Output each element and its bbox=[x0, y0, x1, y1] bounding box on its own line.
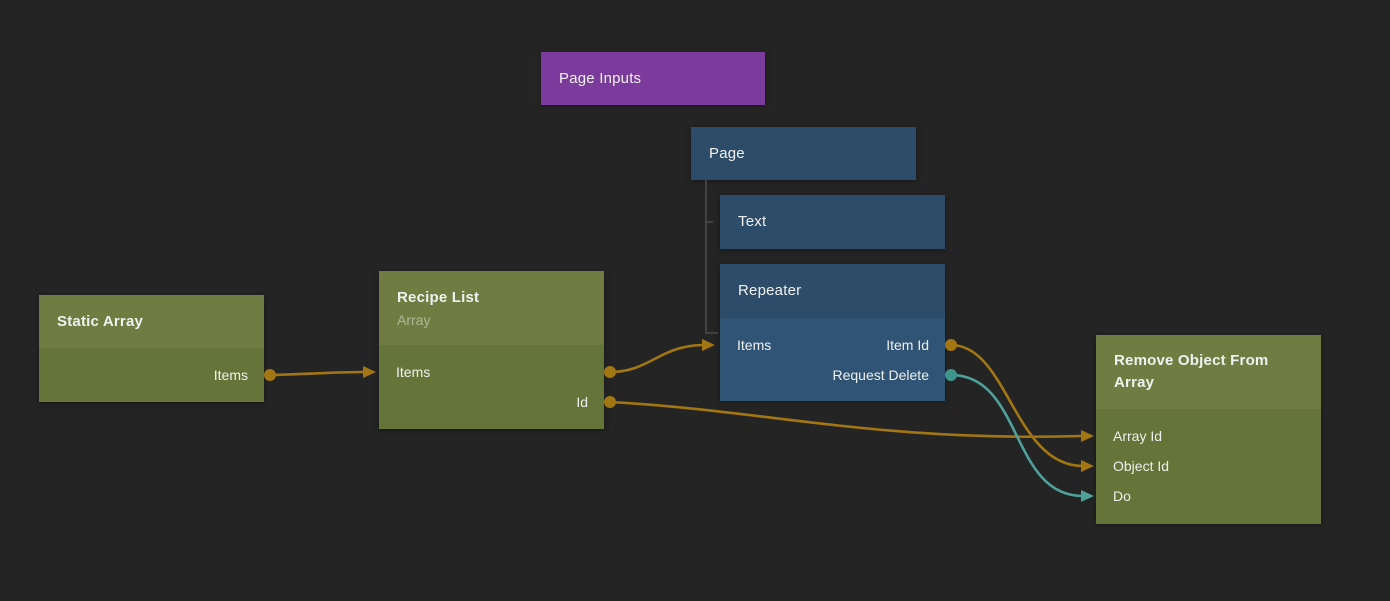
port-items-output[interactable]: Items bbox=[214, 367, 248, 383]
node-graph-canvas[interactable]: Page Inputs Page Text Repeater Items Ite… bbox=[0, 0, 1390, 601]
port-array-id-input[interactable]: Array Id bbox=[1113, 428, 1162, 444]
node-title: Page Inputs bbox=[559, 68, 765, 90]
node-header: Repeater bbox=[720, 264, 945, 318]
node-title: Text bbox=[738, 211, 945, 233]
node-title: Remove Object From Array bbox=[1114, 350, 1283, 394]
node-header: Page Inputs bbox=[541, 52, 765, 105]
node-header: Page bbox=[691, 127, 916, 180]
node-title: Page bbox=[709, 143, 916, 165]
node-ports: Items Item Id Request Delete bbox=[720, 318, 945, 401]
node-remove-object-from-array[interactable]: Remove Object From Array Array Id Object… bbox=[1096, 335, 1321, 524]
node-ports: Items bbox=[39, 348, 264, 402]
node-ports: Array Id Object Id Do bbox=[1096, 409, 1321, 524]
node-header: Remove Object From Array bbox=[1096, 335, 1321, 409]
port-item-id-output[interactable]: Item Id bbox=[886, 337, 929, 353]
port-row: Items Item Id bbox=[720, 330, 945, 360]
port-object-id-input[interactable]: Object Id bbox=[1113, 458, 1169, 474]
node-recipe-list[interactable]: Recipe List Array Items Id bbox=[379, 271, 604, 429]
port-items-input[interactable]: Items bbox=[737, 337, 771, 353]
port-row: Items bbox=[39, 360, 264, 390]
node-title: Recipe List bbox=[397, 287, 604, 309]
node-ports: Items Id bbox=[379, 345, 604, 429]
hierarchy-tree-line bbox=[706, 180, 718, 333]
node-header: Static Array bbox=[39, 295, 264, 348]
port-row: Items bbox=[379, 357, 604, 387]
port-do-input[interactable]: Do bbox=[1113, 488, 1131, 504]
wire-repeater-itemid-to-remove-objectid[interactable] bbox=[951, 345, 1083, 466]
wire-recipelist-items-to-repeater-items[interactable] bbox=[610, 345, 704, 372]
port-request-delete-output[interactable]: Request Delete bbox=[832, 367, 929, 383]
port-row: Id bbox=[379, 387, 604, 417]
port-row: Object Id bbox=[1096, 451, 1321, 481]
port-id-output[interactable]: Id bbox=[576, 394, 588, 410]
node-static-array[interactable]: Static Array Items bbox=[39, 295, 264, 402]
node-subtitle: Array bbox=[397, 310, 604, 330]
node-repeater[interactable]: Repeater Items Item Id Request Delete bbox=[720, 264, 945, 401]
node-header: Recipe List Array bbox=[379, 271, 604, 345]
wire-staticarray-items-to-recipelist-items[interactable] bbox=[270, 372, 365, 375]
node-page-inputs[interactable]: Page Inputs bbox=[541, 52, 765, 105]
port-row: Do bbox=[1096, 481, 1321, 511]
node-page[interactable]: Page bbox=[691, 127, 916, 180]
port-items-input[interactable]: Items bbox=[396, 364, 430, 380]
port-row: Array Id bbox=[1096, 421, 1321, 451]
node-text[interactable]: Text bbox=[720, 195, 945, 249]
node-title: Repeater bbox=[738, 280, 945, 302]
node-header: Text bbox=[720, 195, 945, 249]
node-title: Static Array bbox=[57, 311, 264, 333]
port-row: Request Delete bbox=[720, 360, 945, 390]
